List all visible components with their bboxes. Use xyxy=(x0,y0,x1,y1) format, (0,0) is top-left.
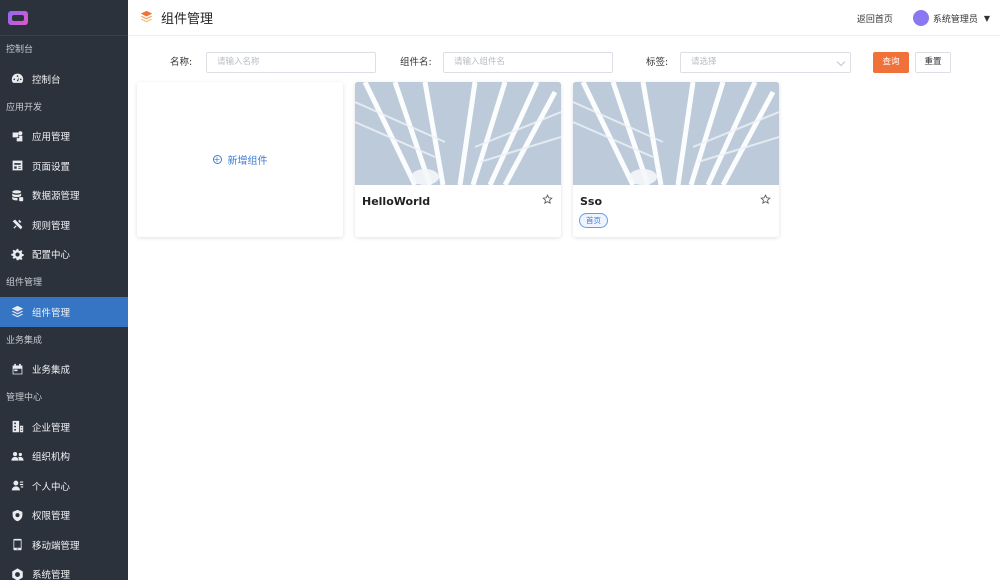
filter-bar: 名称: 请输入名称 组件名: 请输入组件名 标签: 请选择 查询 重置 xyxy=(128,52,1000,73)
page-title: 组件管理 xyxy=(161,12,214,27)
sidebar-item-label: 移动端管理 xyxy=(32,540,80,552)
component-title: Sso xyxy=(580,195,603,208)
sidebar-item-component-management[interactable]: 组件管理 xyxy=(0,297,128,327)
sidebar-item-label: 配置中心 xyxy=(32,250,71,262)
rule-icon xyxy=(10,218,24,232)
sidebar-item-label: 数据源管理 xyxy=(32,191,80,203)
nav-group-title: 控制台 xyxy=(6,45,34,55)
dashboard-icon xyxy=(10,72,24,86)
layers-icon xyxy=(140,10,153,26)
sidebar-item-dashboard[interactable]: 控制台 xyxy=(0,64,128,94)
tag-select-placeholder: 请选择 xyxy=(691,57,717,67)
sidebar-item-permissions[interactable]: 权限管理 xyxy=(0,501,128,531)
component-tag[interactable]: 首页 xyxy=(579,213,608,228)
layers-icon xyxy=(10,305,24,319)
tag-select[interactable]: 请选择 xyxy=(680,52,851,73)
component-card[interactable]: Sso 首页 xyxy=(573,82,779,237)
add-component-card[interactable]: + 新增组件 xyxy=(137,82,343,237)
component-thumbnail xyxy=(573,82,779,185)
user-card-icon xyxy=(10,479,24,493)
sidebar-item-business-integration[interactable]: 业务集成 xyxy=(0,355,128,385)
sidebar-item-config-center[interactable]: 配置中心 xyxy=(0,240,128,270)
sidebar-item-label: 组件管理 xyxy=(32,307,71,319)
sidebar-item-label: 组织机构 xyxy=(32,452,71,464)
settings-icon xyxy=(10,567,24,580)
shield-icon xyxy=(10,508,24,522)
app-logo[interactable] xyxy=(0,0,128,36)
mobile-icon xyxy=(10,538,24,552)
component-thumbnail xyxy=(355,82,561,185)
sidebar-item-label: 系统管理 xyxy=(32,570,71,580)
app-icon xyxy=(10,129,24,143)
name-input[interactable]: 请输入名称 xyxy=(206,52,376,73)
user-name[interactable]: 系统管理员 xyxy=(933,12,978,25)
name-filter-label: 名称: xyxy=(170,57,193,68)
avatar[interactable] xyxy=(912,10,929,26)
sidebar-item-enterprise[interactable]: 企业管理 xyxy=(0,412,128,442)
sidebar-item-system[interactable]: 系统管理 xyxy=(0,560,128,580)
sidebar-item-label: 页面设置 xyxy=(32,161,71,173)
component-name-input[interactable]: 请输入组件名 xyxy=(443,52,613,73)
sidebar-item-label: 控制台 xyxy=(32,74,61,86)
sidebar-item-label: 企业管理 xyxy=(32,422,71,434)
return-home-link[interactable]: 返回首页 xyxy=(857,12,893,25)
add-component-label: 新增组件 xyxy=(227,156,268,167)
component-filter-label: 组件名: xyxy=(400,57,432,68)
calendar-icon xyxy=(10,362,24,376)
plus-circle-icon: + xyxy=(212,154,222,164)
component-title: HelloWorld xyxy=(362,195,431,208)
sidebar: 控制台 控制台 应用开发 应用管理 页面设置 数据源管理 规则管理 配置中心 组… xyxy=(0,0,128,580)
sidebar-item-label: 规则管理 xyxy=(32,220,71,232)
star-icon[interactable] xyxy=(760,194,771,205)
sidebar-item-page-settings[interactable]: 页面设置 xyxy=(0,151,128,181)
search-button[interactable]: 查询 xyxy=(873,52,909,73)
sidebar-item-label: 应用管理 xyxy=(32,132,71,144)
org-icon xyxy=(10,449,24,463)
nav-group-title: 管理中心 xyxy=(6,393,43,403)
star-icon[interactable] xyxy=(542,194,553,205)
component-card[interactable]: HelloWorld xyxy=(355,82,561,237)
reset-button[interactable]: 重置 xyxy=(915,52,951,73)
page-icon xyxy=(10,159,24,173)
sidebar-item-label: 权限管理 xyxy=(32,511,71,523)
sidebar-item-datasource[interactable]: 数据源管理 xyxy=(0,181,128,211)
top-header: 组件管理 返回首页 系统管理员 ▼ xyxy=(128,0,1000,36)
sidebar-item-rules[interactable]: 规则管理 xyxy=(0,210,128,240)
sidebar-item-personal-center[interactable]: 个人中心 xyxy=(0,471,128,501)
nav-group-title: 组件管理 xyxy=(6,278,43,288)
chevron-down-icon xyxy=(836,57,846,67)
sidebar-item-mobile[interactable]: 移动端管理 xyxy=(0,530,128,560)
gear-icon xyxy=(10,247,24,261)
database-icon xyxy=(10,188,24,202)
sidebar-item-label: 业务集成 xyxy=(32,365,71,377)
tag-filter-label: 标签: xyxy=(646,57,669,68)
sidebar-item-label: 个人中心 xyxy=(32,481,71,493)
sidebar-item-organization[interactable]: 组织机构 xyxy=(0,442,128,472)
caret-down-icon[interactable]: ▼ xyxy=(984,14,990,23)
building-icon xyxy=(10,420,24,434)
nav-group-title: 业务集成 xyxy=(6,335,43,346)
sidebar-item-app-management[interactable]: 应用管理 xyxy=(0,122,128,152)
nav-group-title: 应用开发 xyxy=(6,102,43,113)
